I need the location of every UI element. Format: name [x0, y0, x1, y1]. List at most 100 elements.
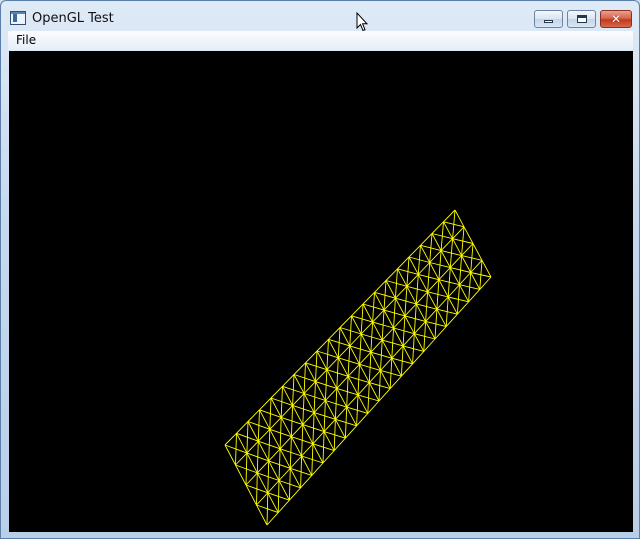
mesh-edge — [279, 436, 292, 450]
mesh-edge — [413, 321, 426, 335]
mesh-edge — [325, 388, 338, 401]
mesh-edge — [438, 279, 449, 298]
mesh-edge — [339, 315, 352, 328]
mesh-edge — [434, 326, 447, 340]
mesh-edge — [431, 221, 444, 234]
mesh-edge — [378, 388, 391, 402]
mesh-edge — [245, 472, 258, 486]
mesh-edge — [356, 413, 369, 427]
mesh-edge — [463, 226, 474, 244]
mesh-edge — [303, 381, 316, 394]
mesh-edge — [423, 338, 436, 352]
mesh-edge — [393, 315, 406, 329]
mesh-edge — [417, 262, 431, 275]
mesh-edge — [235, 452, 248, 466]
mesh-edge — [266, 512, 279, 526]
mesh-edge — [391, 345, 404, 359]
mesh-edge — [454, 209, 465, 228]
mesh-edge — [443, 221, 453, 239]
maximize-icon — [577, 15, 587, 23]
mesh-edge — [402, 345, 413, 365]
mesh-edge — [397, 256, 410, 270]
mesh-edge — [457, 301, 469, 315]
mesh-edge — [349, 333, 362, 347]
mesh-edge — [417, 274, 428, 293]
maximize-button[interactable] — [567, 10, 596, 28]
mesh-edge — [282, 374, 295, 387]
mesh-edge — [440, 250, 451, 268]
minimize-icon — [544, 20, 553, 23]
mesh-edge — [479, 276, 492, 290]
title-bar[interactable]: OpenGL Test ✕ — [1, 1, 639, 32]
mesh-edge — [347, 363, 360, 377]
app-window: OpenGL Test ✕ File — [0, 0, 640, 539]
mesh-edge — [427, 279, 440, 293]
mesh-edge — [278, 467, 291, 481]
window-title: OpenGL Test — [32, 11, 114, 26]
mesh-edge — [389, 375, 402, 389]
mesh-edge — [472, 243, 483, 261]
mesh-edge — [357, 382, 370, 396]
mesh-edge — [300, 475, 313, 489]
mesh-edge — [367, 400, 380, 414]
mesh-edge — [315, 369, 328, 382]
mesh-edge — [381, 327, 394, 341]
mesh-edge — [374, 280, 387, 293]
mesh-edge — [404, 303, 417, 317]
mesh-edge — [408, 256, 419, 275]
mesh-edge — [447, 284, 460, 298]
mesh-edge — [337, 345, 351, 359]
mesh-edge — [351, 303, 364, 317]
mesh-edge — [336, 375, 349, 389]
menu-file[interactable]: File — [16, 33, 36, 47]
mesh-edge — [420, 233, 433, 246]
mesh-edge — [301, 443, 314, 457]
mesh-edge — [277, 499, 290, 513]
mesh-edge — [412, 351, 425, 365]
mesh-edge — [291, 424, 304, 438]
mesh-edge — [313, 400, 326, 413]
mesh-edge — [461, 255, 472, 273]
mesh-edge — [395, 285, 408, 299]
mesh-edge — [270, 385, 283, 399]
opengl-viewport[interactable] — [9, 51, 633, 532]
mesh-edge — [425, 321, 436, 340]
mesh-edge — [302, 412, 315, 425]
mesh-edge — [256, 460, 270, 474]
mesh-edge — [372, 309, 385, 323]
mesh-edge — [427, 291, 438, 310]
mesh-edge — [370, 339, 383, 353]
mesh-edge — [259, 397, 272, 411]
mesh-edge — [429, 262, 440, 280]
mesh-edge — [322, 450, 335, 464]
close-icon: ✕ — [610, 12, 622, 26]
app-icon — [10, 11, 26, 25]
mesh-edge — [368, 370, 381, 383]
mesh-edge — [380, 357, 393, 371]
mesh-edge — [311, 462, 324, 476]
minimize-button[interactable] — [534, 10, 563, 28]
mesh-edge — [362, 291, 375, 305]
close-button[interactable]: ✕ — [600, 10, 632, 28]
mesh-edge — [335, 406, 348, 420]
mesh-edge — [438, 267, 451, 281]
mesh-edge — [431, 233, 442, 251]
mesh-edge — [246, 440, 259, 454]
mesh-edge — [415, 303, 426, 322]
mesh-edge — [224, 432, 237, 446]
mesh-edge — [328, 327, 341, 340]
mesh-edge — [360, 321, 373, 335]
mesh-edge — [481, 260, 492, 278]
mesh-edge — [468, 289, 481, 303]
mesh-edge — [443, 209, 456, 223]
mesh-edge — [449, 267, 460, 285]
mesh-edge — [445, 313, 458, 327]
mesh-edge — [269, 417, 282, 430]
mesh-edge — [385, 268, 398, 281]
mesh-edge — [461, 243, 474, 256]
mesh-edge — [268, 448, 281, 462]
mesh-edge — [459, 284, 469, 303]
mesh-edge — [256, 492, 269, 506]
mesh-edge — [383, 297, 396, 311]
mesh-edge — [293, 362, 306, 375]
